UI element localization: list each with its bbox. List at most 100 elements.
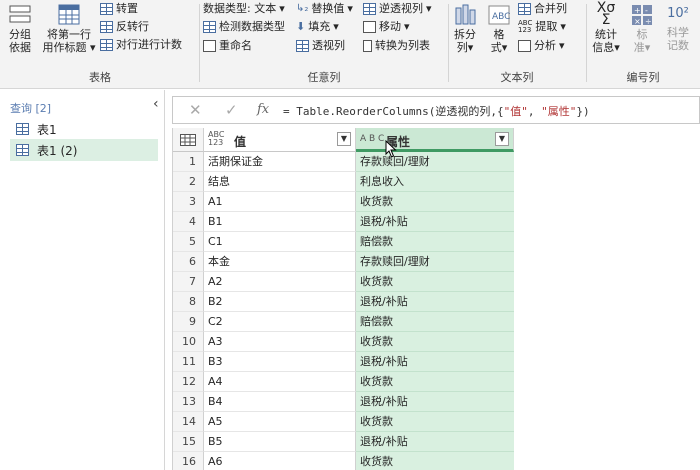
table-row[interactable]: 14 A5 收货款: [173, 412, 514, 432]
confirm-icon[interactable]: ✓: [225, 101, 238, 119]
row-number[interactable]: 16: [173, 452, 204, 470]
table-row[interactable]: 11 B3 退税/补贴: [173, 352, 514, 372]
row-number[interactable]: 3: [173, 192, 204, 212]
standard-button[interactable]: + - × ÷ 标 准▾: [628, 4, 656, 54]
convert-to-list-button[interactable]: 转换为列表: [363, 37, 430, 54]
group-by-button[interactable]: 分组 依据: [4, 4, 36, 54]
row-number[interactable]: 9: [173, 312, 204, 332]
table-menu-button[interactable]: [173, 128, 204, 152]
cell-value[interactable]: 活期保证金: [204, 152, 356, 172]
row-number[interactable]: 8: [173, 292, 204, 312]
row-number[interactable]: 7: [173, 272, 204, 292]
row-number[interactable]: 4: [173, 212, 204, 232]
table-row[interactable]: 16 A6 收货款: [173, 452, 514, 470]
row-number[interactable]: 5: [173, 232, 204, 252]
fill-button[interactable]: ⬇ 填充 ▾: [296, 18, 339, 35]
row-number[interactable]: 12: [173, 372, 204, 392]
cell-value[interactable]: B5: [204, 432, 356, 452]
cell-value[interactable]: B3: [204, 352, 356, 372]
table-row[interactable]: 12 A4 收货款: [173, 372, 514, 392]
cell-value[interactable]: A5: [204, 412, 356, 432]
column-filter-dropdown[interactable]: ▼: [337, 132, 351, 146]
table-row[interactable]: 15 B5 退税/补贴: [173, 432, 514, 452]
row-number[interactable]: 6: [173, 252, 204, 272]
cell-attribute[interactable]: 收货款: [356, 192, 514, 212]
row-number[interactable]: 14: [173, 412, 204, 432]
transpose-button[interactable]: 转置: [100, 0, 138, 17]
column-header-value[interactable]: ABC 123 值 ▼: [204, 128, 356, 152]
cell-value[interactable]: C2: [204, 312, 356, 332]
cell-value[interactable]: 本金: [204, 252, 356, 272]
table-row[interactable]: 7 A2 收货款: [173, 272, 514, 292]
cell-attribute[interactable]: 收货款: [356, 412, 514, 432]
data-type-dropdown[interactable]: 数据类型: 文本 ▾: [203, 0, 285, 17]
cell-attribute[interactable]: 退税/补贴: [356, 432, 514, 452]
cell-attribute[interactable]: 退税/补贴: [356, 292, 514, 312]
cell-attribute[interactable]: 存款赎回/理财: [356, 252, 514, 272]
collapse-pane-icon[interactable]: ‹: [153, 96, 159, 112]
cell-attribute[interactable]: 退税/补贴: [356, 392, 514, 412]
cell-attribute[interactable]: 退税/补贴: [356, 212, 514, 232]
merge-columns-button[interactable]: 合并列: [518, 0, 567, 17]
format-button[interactable]: ABC 格 式▾: [484, 4, 514, 54]
row-number[interactable]: 15: [173, 432, 204, 452]
table-headers-icon: [58, 4, 80, 25]
cell-value[interactable]: C1: [204, 232, 356, 252]
cell-value[interactable]: A1: [204, 192, 356, 212]
row-number[interactable]: 13: [173, 392, 204, 412]
column-filter-dropdown[interactable]: ▼: [495, 132, 509, 146]
table-row[interactable]: 9 C2 赔偿款: [173, 312, 514, 332]
unpivot-columns-button[interactable]: 逆透视列 ▾: [363, 0, 432, 17]
extract-button[interactable]: ABC 123 提取 ▾: [518, 18, 566, 35]
row-number[interactable]: 10: [173, 332, 204, 352]
parse-button[interactable]: 分析 ▾: [518, 37, 565, 54]
cell-value[interactable]: B2: [204, 292, 356, 312]
cell-value[interactable]: A2: [204, 272, 356, 292]
table-row[interactable]: 5 C1 赔偿款: [173, 232, 514, 252]
cell-attribute[interactable]: 收货款: [356, 372, 514, 392]
table-row[interactable]: 10 A3 收货款: [173, 332, 514, 352]
replace-values-button[interactable]: ↳₂ 替换值 ▾: [296, 0, 353, 17]
reverse-rows-button[interactable]: 反转行: [100, 18, 149, 35]
cell-value[interactable]: A4: [204, 372, 356, 392]
row-number[interactable]: 2: [173, 172, 204, 192]
query-item-table1-2[interactable]: 表1 (2): [10, 139, 158, 161]
count-rows-button[interactable]: 对行进行计数: [100, 36, 182, 53]
detect-data-type-button[interactable]: 检测数据类型: [203, 18, 285, 35]
table-row[interactable]: 1 活期保证金 存款赎回/理财: [173, 152, 514, 172]
split-column-button[interactable]: 拆分 列▾: [450, 4, 480, 54]
row-number[interactable]: 11: [173, 352, 204, 372]
cell-value[interactable]: B1: [204, 212, 356, 232]
move-button[interactable]: 移动 ▾: [363, 18, 410, 35]
statistics-button[interactable]: Χσ Σ 统计 信息▾: [588, 1, 624, 54]
fx-icon[interactable]: fx: [257, 102, 269, 117]
cell-attribute[interactable]: 退税/补贴: [356, 352, 514, 372]
cell-value[interactable]: A3: [204, 332, 356, 352]
cell-attribute[interactable]: 存款赎回/理财: [356, 152, 514, 172]
cell-value[interactable]: 结息: [204, 172, 356, 192]
cell-attribute[interactable]: 收货款: [356, 452, 514, 470]
table-row[interactable]: 2 结息 利息收入: [173, 172, 514, 192]
row-number[interactable]: 1: [173, 152, 204, 172]
cell-value[interactable]: A6: [204, 452, 356, 470]
cell-attribute[interactable]: 赔偿款: [356, 232, 514, 252]
formula-prefix: = Table.ReorderColumns(逆透视的列,{: [283, 105, 504, 118]
cell-attribute[interactable]: 收货款: [356, 332, 514, 352]
table-row[interactable]: 6 本金 存款赎回/理财: [173, 252, 514, 272]
column-header-attribute[interactable]: A B C 属性 ▼: [356, 128, 514, 152]
cell-attribute[interactable]: 赔偿款: [356, 312, 514, 332]
cancel-icon[interactable]: ✕: [189, 101, 202, 119]
table-row[interactable]: 8 B2 退税/补贴: [173, 292, 514, 312]
use-first-row-as-headers-button[interactable]: 将第一行 用作标题 ▾: [40, 4, 98, 54]
cell-attribute[interactable]: 收货款: [356, 272, 514, 292]
scientific-button[interactable]: 10² 科学 记数: [660, 4, 696, 52]
table-row[interactable]: 4 B1 退税/补贴: [173, 212, 514, 232]
cell-attribute[interactable]: 利息收入: [356, 172, 514, 192]
table-row[interactable]: 13 B4 退税/补贴: [173, 392, 514, 412]
table-row[interactable]: 3 A1 收货款: [173, 192, 514, 212]
pivot-column-button[interactable]: 透视列: [296, 37, 345, 54]
cell-value[interactable]: B4: [204, 392, 356, 412]
query-item-table1[interactable]: 表1: [10, 118, 158, 140]
formula-input[interactable]: = Table.ReorderColumns(逆透视的列,{"值", "属性"}…: [283, 103, 590, 119]
rename-button[interactable]: 重命名: [203, 37, 252, 54]
